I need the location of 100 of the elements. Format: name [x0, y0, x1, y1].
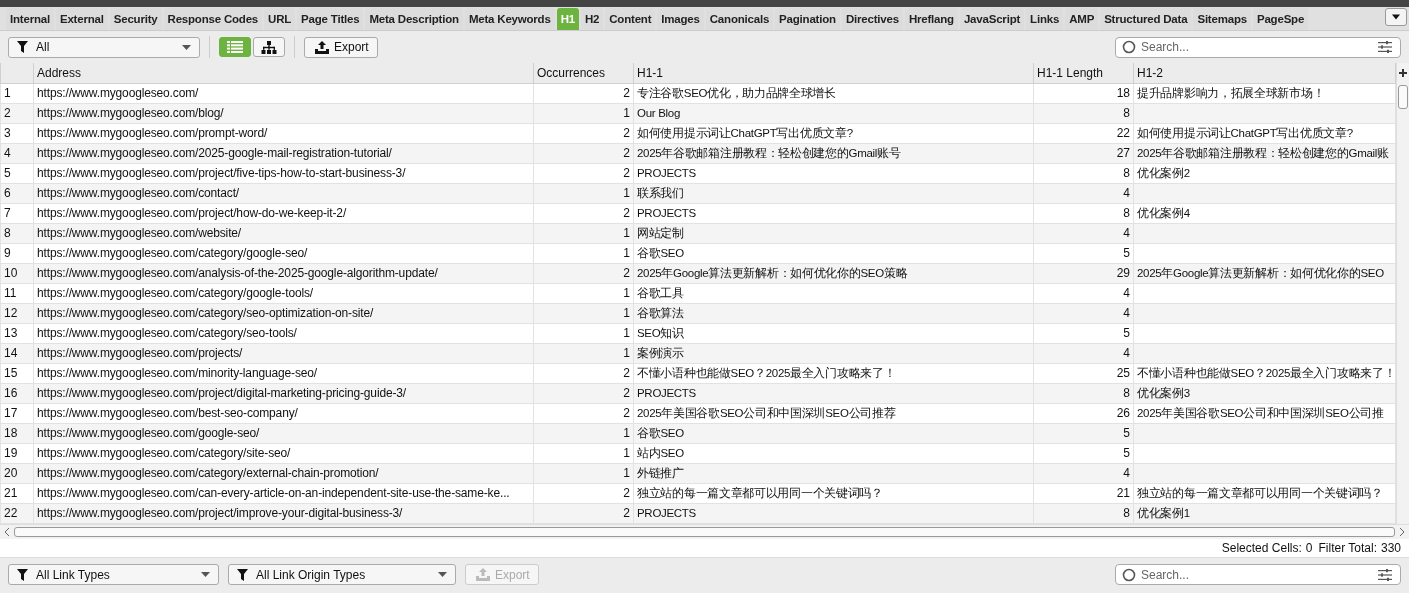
table-cell: 5 — [1033, 443, 1134, 463]
table-cell: 8 — [1033, 203, 1134, 223]
table-cell: 2 — [533, 403, 634, 423]
tab[interactable]: Hreflang — [904, 8, 958, 30]
table-cell: 联系我们 — [633, 183, 1034, 203]
table-row[interactable]: 14 https://www.mygoogleseo.com/projects/ 1 案例演示 4 — [0, 343, 1396, 363]
table-row[interactable]: 16 https://www.mygoogleseo.com/project/digital-marketing-pricing-guide-3/ 2 PROJECTS 8 优化案例3 — [0, 383, 1396, 403]
tab[interactable]: URL — [264, 8, 296, 30]
row-number: 2 — [0, 103, 34, 123]
tab[interactable]: External — [55, 8, 108, 30]
tab[interactable]: JavaScript — [959, 8, 1025, 30]
tab[interactable]: Meta Keywords — [464, 8, 555, 30]
tab[interactable]: Meta Description — [365, 8, 463, 30]
caret-icon — [438, 572, 447, 577]
tab[interactable]: AMP — [1065, 8, 1099, 30]
scrollbar-thumb[interactable] — [14, 526, 1395, 537]
search-bar[interactable]: Search... — [1115, 564, 1401, 585]
table-row[interactable]: 7 https://www.mygoogleseo.com/project/how-do-we-keep-it-2/ 2 PROJECTS 8 优化案例4 — [0, 203, 1396, 223]
tab[interactable]: Pagination — [775, 8, 840, 30]
row-number: 17 — [0, 403, 34, 423]
tab[interactable]: H2 — [580, 8, 604, 30]
table-cell: 不懂小语种也能做SEO？2025最全入门攻略来了！ — [633, 363, 1034, 383]
table-cell: 4 — [1033, 463, 1134, 483]
table-row[interactable]: 18 https://www.mygoogleseo.com/google-seo/ 1 谷歌SEO 5 — [0, 423, 1396, 443]
table-cell: 1 — [533, 463, 634, 483]
table-row[interactable]: 15 https://www.mygoogleseo.com/minority-language-seo/ 2 不懂小语种也能做SEO？2025最全入门攻略来了！ 25 不懂小语种也能做SEO？2025最全入门攻略来了！ — [0, 363, 1396, 383]
add-column-icon[interactable] — [1399, 69, 1407, 77]
tab[interactable]: Content — [605, 8, 656, 30]
table-cell: https://www.mygoogleseo.com/project/digital-marketing-pricing-guide-3/ — [33, 383, 534, 403]
column-header[interactable]: Address — [33, 63, 534, 83]
table-cell: https://www.mygoogleseo.com/contact/ — [33, 183, 534, 203]
tab[interactable]: Response Codes — [163, 8, 263, 30]
table-cell: 2 — [533, 383, 634, 403]
tab[interactable]: Links — [1026, 8, 1064, 30]
table-cell: https://www.mygoogleseo.com/category/google-tools/ — [33, 283, 534, 303]
row-number: 9 — [0, 243, 34, 263]
table-cell: 2025年Google算法更新解析：如何优化你的SEO — [1137, 266, 1384, 279]
tree-view-button[interactable] — [253, 37, 285, 57]
tab[interactable]: Internal — [6, 8, 54, 30]
tab[interactable]: Images — [657, 8, 704, 30]
tab[interactable]: PageSpe — [1252, 8, 1309, 30]
table-cell: 4 — [1033, 283, 1134, 303]
vertical-scrollbar[interactable] — [1396, 63, 1409, 524]
tab[interactable]: Page Titles — [297, 8, 364, 30]
table-row[interactable]: 12 https://www.mygoogleseo.com/category/seo-optimization-on-site/ 1 谷歌算法 4 — [0, 303, 1396, 323]
search-bar[interactable]: Search... — [1115, 36, 1401, 58]
table-row[interactable]: 1 https://www.mygoogleseo.com/ 2 专注谷歌SEO优化，助力品牌全球增长 18 提升品牌影响力，拓展全球新市场！ — [0, 83, 1396, 103]
row-number: 11 — [0, 283, 34, 303]
table-row[interactable]: 17 https://www.mygoogleseo.com/best-seo-company/ 2 2025年美国谷歌SEO公司和中国深圳SEO公司推荐 26 2025年美国谷歌SEO公司和中国深圳SEO公司推 — [0, 403, 1396, 423]
table-row[interactable]: 21 https://www.mygoogleseo.com/can-every-article-on-an-independent-site-use-the-same-ke... 2 独立站的每一篇文章都可以用同一个关键词吗？ 21 独立站的每一篇文章都可以用同一个关键词吗？ — [0, 483, 1396, 503]
list-icon — [227, 41, 243, 53]
table-cell: https://www.mygoogleseo.com/blog/ — [33, 103, 534, 123]
table-cell: https://www.mygoogleseo.com/prompt-word/ — [33, 123, 534, 143]
table-cell: https://www.mygoogleseo.com/category/google-seo/ — [33, 243, 534, 263]
table-row[interactable]: 11 https://www.mygoogleseo.com/category/google-tools/ 1 谷歌工具 4 — [0, 283, 1396, 303]
filter-dropdown[interactable]: All Link Origin Types — [228, 564, 456, 585]
export-button[interactable]: Export — [304, 36, 378, 58]
tab[interactable]: Directives — [841, 8, 903, 30]
table-row[interactable]: 5 https://www.mygoogleseo.com/project/five-tips-how-to-start-business-3/ 2 PROJECTS 8 优化案例2 — [0, 163, 1396, 183]
table-cell: 优化案例4 — [1137, 206, 1190, 219]
table-row[interactable]: 2 https://www.mygoogleseo.com/blog/ 1 Our Blog 8 — [0, 103, 1396, 123]
table-row[interactable]: 4 https://www.mygoogleseo.com/2025-google-mail-registration-tutorial/ 2 2025年谷歌邮箱注册教程：轻松创建您的Gmail账号 27 2025年谷歌邮箱注册教程：轻松创建您的Gmail账 — [0, 143, 1396, 163]
table-row[interactable]: 10 https://www.mygoogleseo.com/analysis-of-the-2025-google-algorithm-update/ 2 2025年Google算法更新解析：如何优化你的SEO策略 29 2025年Google算法更新解析：如何优化你的SEO — [0, 263, 1396, 283]
table-row[interactable]: 19 https://www.mygoogleseo.com/category/site-seo/ 1 站内SEO 5 — [0, 443, 1396, 463]
table-row[interactable]: 6 https://www.mygoogleseo.com/contact/ 1 联系我们 4 — [0, 183, 1396, 203]
filter-settings-icon[interactable] — [1378, 41, 1392, 53]
search-icon — [1122, 40, 1136, 54]
table-cell: 优化案例3 — [1137, 386, 1190, 399]
table-cell: 2 — [533, 363, 634, 383]
table-cell: 27 — [1033, 143, 1134, 163]
upload-icon — [476, 568, 490, 581]
table-row[interactable]: 20 https://www.mygoogleseo.com/category/external-chain-promotion/ 1 外链推广 4 — [0, 463, 1396, 483]
table-cell: Our Blog — [633, 103, 1034, 123]
table-cell: https://www.mygoogleseo.com/category/seo-optimization-on-site/ — [33, 303, 534, 323]
tab[interactable]: Security — [109, 8, 162, 30]
column-header[interactable]: H1-1 Length — [1033, 63, 1134, 83]
table-row[interactable]: 8 https://www.mygoogleseo.com/website/ 1 网站定制 4 — [0, 223, 1396, 243]
column-header[interactable]: H1-1 — [633, 63, 1034, 83]
table-cell: 1 — [533, 423, 634, 443]
filter-dropdown[interactable]: All Link Types — [8, 564, 219, 585]
table-row[interactable]: 9 https://www.mygoogleseo.com/category/google-seo/ 1 谷歌SEO 5 — [0, 243, 1396, 263]
tab[interactable]: Canonicals — [705, 8, 774, 30]
table-cell: 专注谷歌SEO优化，助力品牌全球增长 — [633, 83, 1034, 103]
filter-dropdown[interactable]: All — [8, 36, 200, 58]
filter-settings-icon[interactable] — [1378, 568, 1392, 581]
chevron-left-icon[interactable] — [4, 527, 10, 536]
table-cell: https://www.mygoogleseo.com/minority-language-seo/ — [33, 363, 534, 383]
table-cell: 提升品牌影响力，拓展全球新市场！ — [1137, 86, 1325, 99]
scrollbar-thumb[interactable] — [1398, 85, 1408, 109]
chevron-right-icon[interactable] — [1399, 527, 1405, 536]
table-row[interactable]: 22 https://www.mygoogleseo.com/project/improve-your-digital-business-3/ 2 PROJECTS 8 优化案例1 — [0, 503, 1396, 523]
caret-icon — [1392, 14, 1400, 20]
column-header[interactable]: H1-2 — [1133, 63, 1396, 83]
table-row[interactable]: 3 https://www.mygoogleseo.com/prompt-word/ 2 如何使用提示词让ChatGPT写出优质文章? 22 如何使用提示词让ChatGPT写出优质文章? — [0, 123, 1396, 143]
tab[interactable]: Sitemaps — [1193, 8, 1251, 30]
table-cell: https://www.mygoogleseo.com/best-seo-company/ — [33, 403, 534, 423]
table-row[interactable]: 13 https://www.mygoogleseo.com/category/seo-tools/ 1 SEO知识 5 — [0, 323, 1396, 343]
tab-menu-button[interactable] — [1385, 8, 1407, 26]
column-header[interactable]: Occurrences — [533, 63, 634, 83]
tab[interactable]: Structured Data — [1100, 8, 1192, 30]
